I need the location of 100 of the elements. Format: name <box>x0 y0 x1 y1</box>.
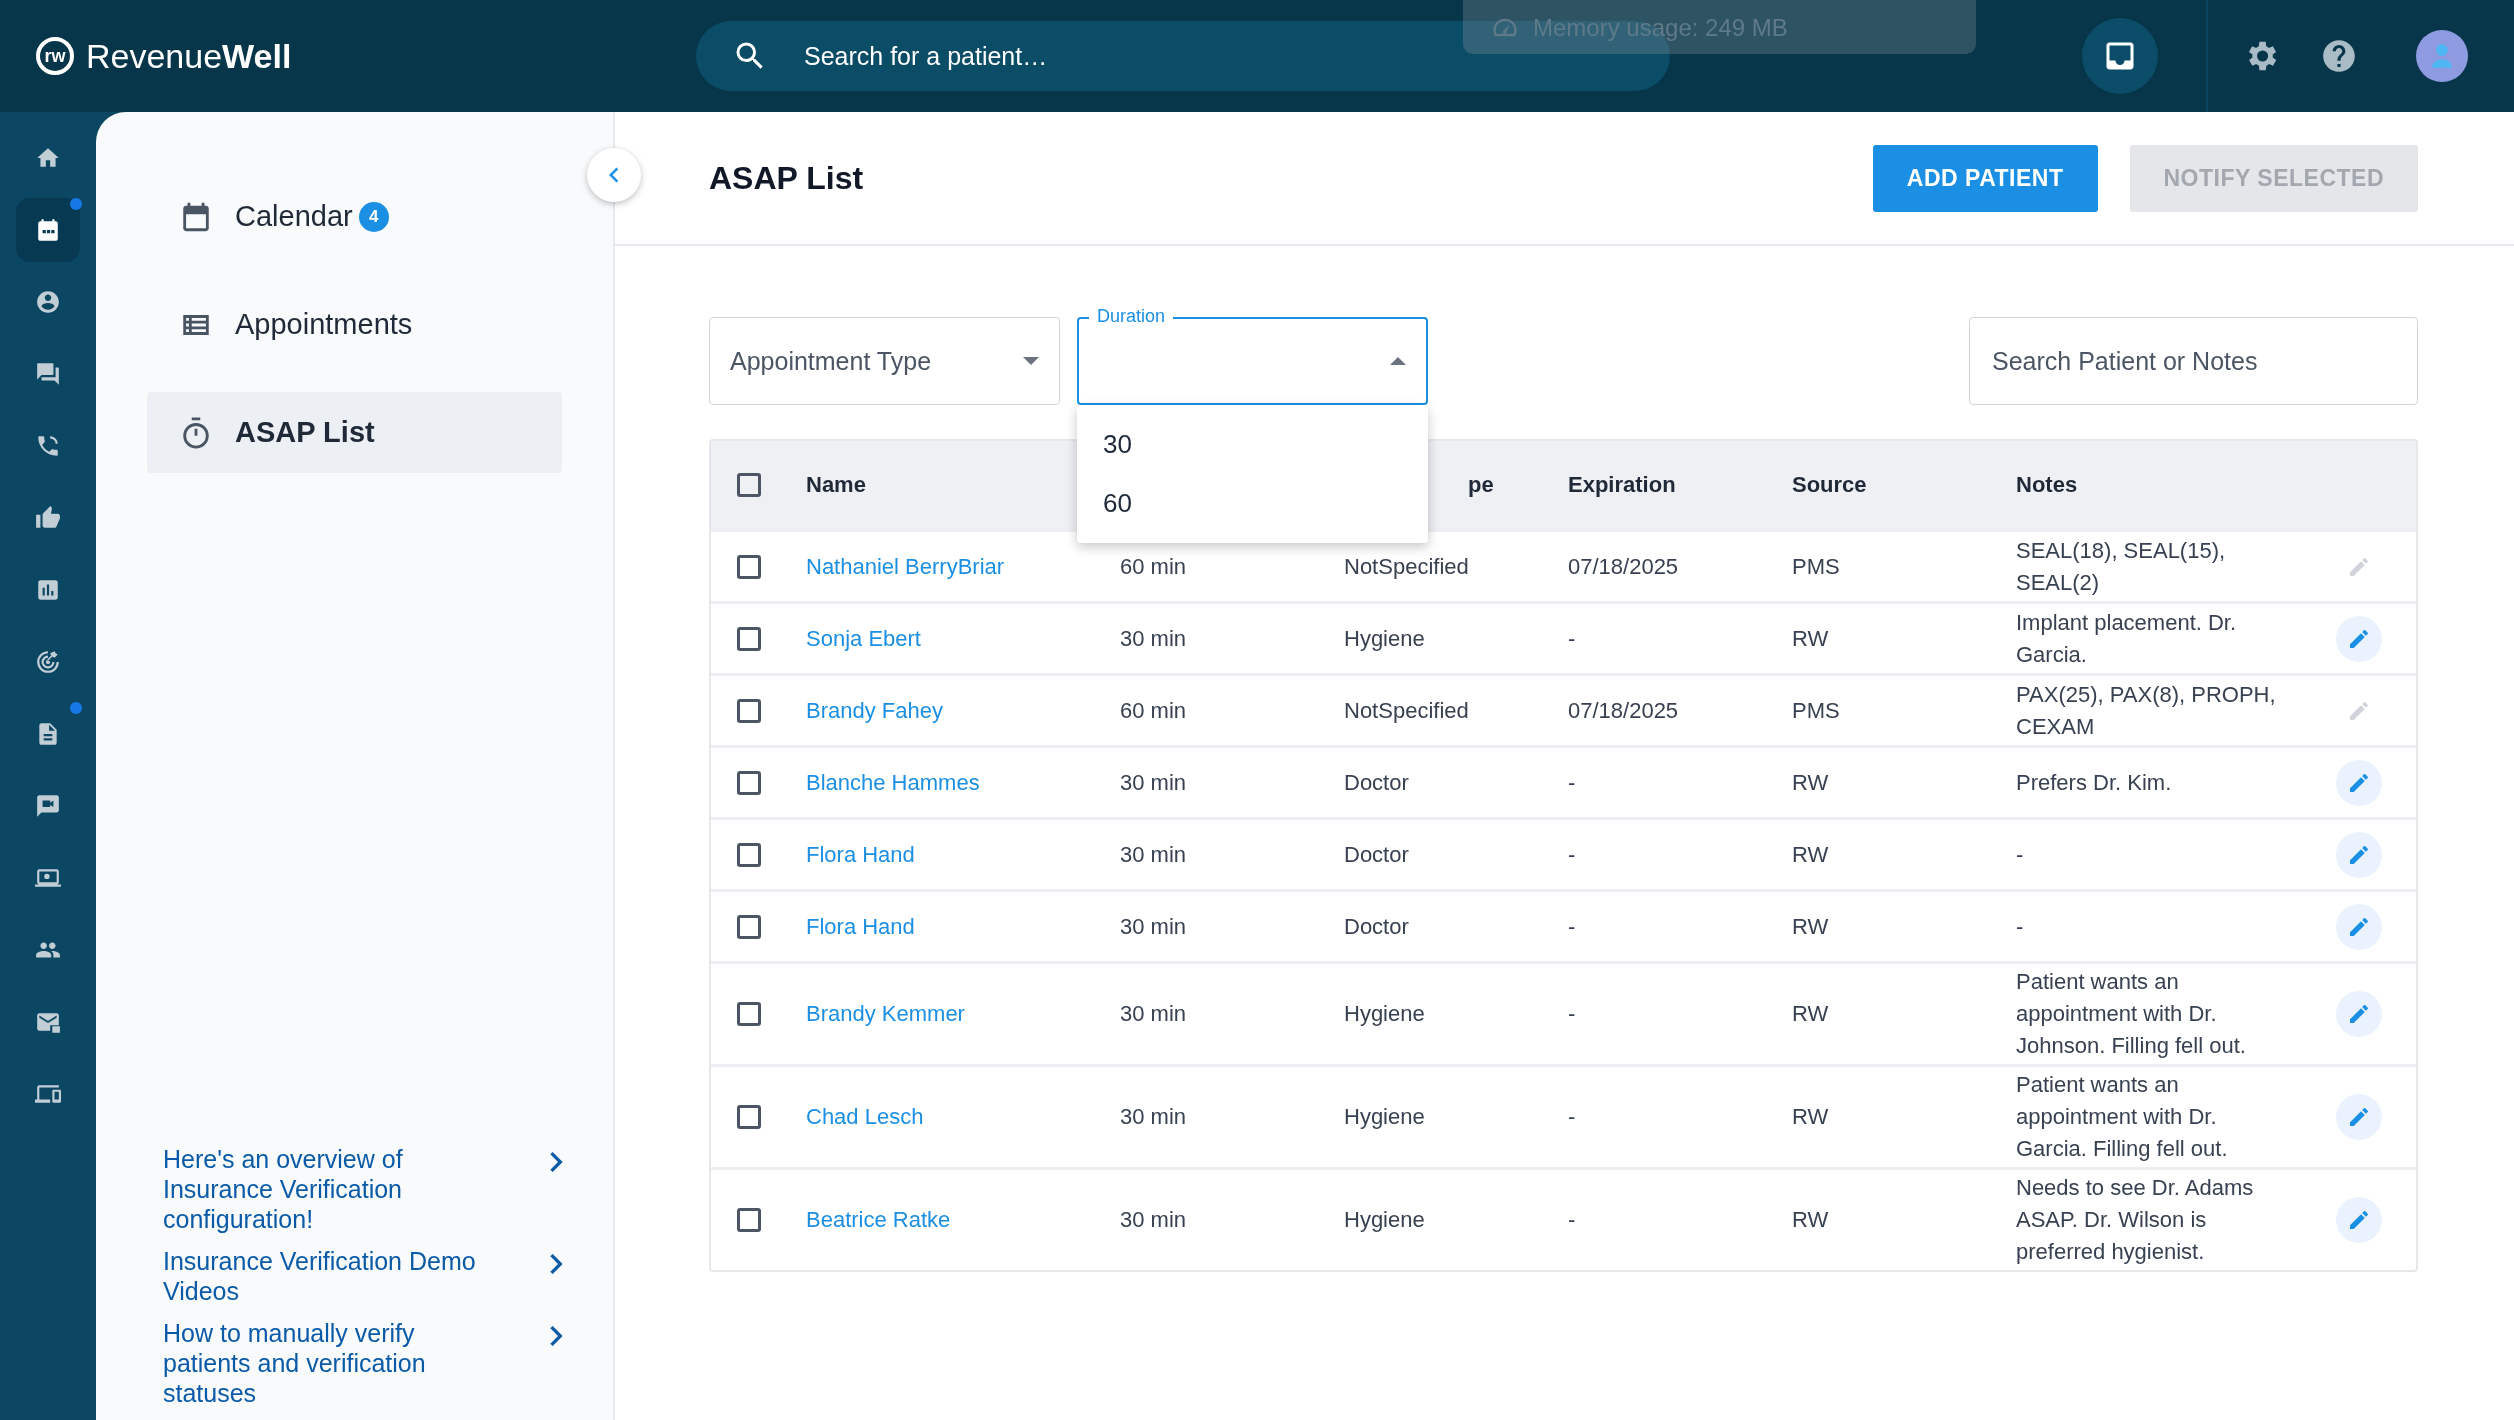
video-chat-icon <box>35 793 61 819</box>
edit-button[interactable] <box>2336 615 2382 662</box>
table-cell: 07/18/2025 <box>1568 697 1679 723</box>
table-cell: Doctor <box>1344 841 1409 867</box>
patient-name-link[interactable]: Brandy Kemmer <box>806 1001 965 1026</box>
help-link[interactable]: Insurance Verification Demo Videos <box>163 1246 493 1306</box>
patient-name-link[interactable]: Flora Hand <box>806 913 915 939</box>
search-field[interactable]: Search Patient or Notes <box>1969 317 2418 405</box>
table-cell: - <box>1568 769 1576 795</box>
table-cell: 07/18/2025 <box>1568 553 1679 579</box>
table-cell: 30 min <box>1120 769 1187 795</box>
table-cell: 30 min <box>1120 625 1187 651</box>
chevron-right-icon <box>550 1254 563 1274</box>
caret-icon <box>1023 357 1039 365</box>
edit-button[interactable] <box>2336 759 2382 806</box>
edit-button[interactable] <box>2336 831 2382 878</box>
checkbox[interactable] <box>737 626 761 651</box>
table-cell: Doctor <box>1344 769 1409 795</box>
select-placeholder: Appointment Type <box>730 346 933 376</box>
logo-text: RevenueWell <box>86 36 292 76</box>
sidebar-item-label: ASAP List <box>235 416 375 449</box>
sidebar-item[interactable]: Appointments <box>147 284 562 365</box>
logo-mark: rw <box>36 37 74 75</box>
table-cell: Hygiene <box>1344 1001 1425 1026</box>
table-cell-text: PAX(25), PAX(8), PROPH, CEXAM <box>2016 680 2277 741</box>
checkbox[interactable] <box>737 1208 761 1232</box>
table-cell: 60 min <box>1120 697 1187 723</box>
avatar[interactable] <box>2416 30 2468 82</box>
edit-button[interactable] <box>2336 903 2382 950</box>
phone-icon <box>35 433 61 459</box>
table-cell-text: - <box>2016 912 2025 941</box>
column-header: Name <box>806 472 866 497</box>
table-cell-text: Implant placement. Dr. Garcia. <box>2016 608 2238 669</box>
table-cell-text: Needs to see Dr. Adams ASAP. Dr. Wilson is preferred hygienist. <box>2016 1174 2255 1266</box>
checkbox[interactable] <box>737 554 761 579</box>
table-cell: - <box>1568 1001 1576 1026</box>
patient-name-link[interactable]: Flora Hand <box>806 841 915 867</box>
sidebar-item[interactable]: ASAP List <box>147 392 562 473</box>
table-cell: - <box>1568 841 1576 867</box>
table-cell: NotSpecified <box>1344 553 1469 579</box>
calendar-icon <box>35 217 61 243</box>
edit-button[interactable] <box>2336 991 2382 1037</box>
table-cell: Hygiene <box>1344 625 1425 651</box>
checkbox[interactable] <box>737 1002 761 1026</box>
table-cell: 30 min <box>1120 1104 1187 1129</box>
table-cell-text: Prefers Dr. Kim. <box>2016 768 2173 797</box>
table-cell: Doctor <box>1344 913 1409 939</box>
checkbox[interactable] <box>737 473 761 497</box>
table-cell: RW <box>1792 1104 1829 1129</box>
checkbox[interactable] <box>737 1105 761 1129</box>
action-button[interactable]: ADD PATIENT <box>1872 144 2098 212</box>
pencil-icon <box>2347 1208 2371 1232</box>
sidebar-item-label: Appointments <box>235 308 413 341</box>
sidebar-item[interactable]: Calendar 4 <box>147 176 562 257</box>
help-link[interactable]: Here's an overview of Insurance Verification configuration! <box>163 1144 493 1234</box>
table-cell: Hygiene <box>1344 1104 1425 1129</box>
table-cell: RW <box>1792 913 1829 939</box>
patient-name-link[interactable]: Chad Lesch <box>806 1104 924 1129</box>
pencil-icon <box>2347 1105 2371 1129</box>
appointment-type-select[interactable]: Appointment Type <box>709 317 1060 405</box>
help-link[interactable]: How to manually verify patients and verification statuses <box>163 1318 493 1408</box>
table-cell: RW <box>1792 841 1829 867</box>
table-cell: 60 min <box>1120 553 1187 579</box>
menu-option[interactable]: 60 <box>1077 474 1428 533</box>
help-icon <box>2320 37 2358 75</box>
patient-name-link[interactable]: Blanche Hammes <box>806 769 980 795</box>
edit-button[interactable] <box>2336 1094 2382 1140</box>
page-title: ASAP List <box>709 159 864 197</box>
column-header: pe <box>1468 472 1494 497</box>
thumbs-up-icon <box>35 505 61 531</box>
bar-chart-icon <box>35 577 61 603</box>
sidebar-item-label: Calendar <box>235 200 353 233</box>
nav-button[interactable] <box>16 198 80 262</box>
table-cell: 30 min <box>1120 1207 1187 1232</box>
patient-name-link[interactable]: Sonja Ebert <box>806 625 921 651</box>
patient-name-link[interactable]: Beatrice Ratke <box>806 1207 951 1232</box>
checkbox[interactable] <box>737 698 761 723</box>
table-cell: - <box>1568 625 1576 651</box>
edit-button[interactable] <box>2336 1197 2382 1243</box>
table-cell-text: SEAL(18), SEAL(15), SEAL(2) <box>2016 536 2227 597</box>
table-cell: - <box>1568 1104 1576 1129</box>
patient-name-link[interactable]: Nathaniel BerryBriar <box>806 553 1005 579</box>
patient-name-link[interactable]: Brandy Fahey <box>806 697 943 723</box>
pencil-icon <box>2347 1002 2371 1026</box>
chat-icon <box>35 361 61 387</box>
table-cell: 30 min <box>1120 1001 1187 1026</box>
checkbox[interactable] <box>737 770 761 795</box>
chevron-right-icon <box>550 1326 563 1346</box>
table-cell-text: - <box>2016 840 2025 869</box>
caret-icon <box>1390 357 1406 365</box>
table-cell: Hygiene <box>1344 1207 1425 1232</box>
menu-option[interactable]: 30 <box>1077 415 1428 474</box>
checkbox[interactable] <box>737 914 761 939</box>
count-badge: 4 <box>358 201 389 232</box>
column-header: Notes <box>2016 472 2078 497</box>
checkbox[interactable] <box>737 842 761 867</box>
column-header: Source <box>1792 472 1867 497</box>
table-cell: RW <box>1792 625 1829 651</box>
table-cell: NotSpecified <box>1344 697 1469 723</box>
table-cell: - <box>1568 913 1576 939</box>
